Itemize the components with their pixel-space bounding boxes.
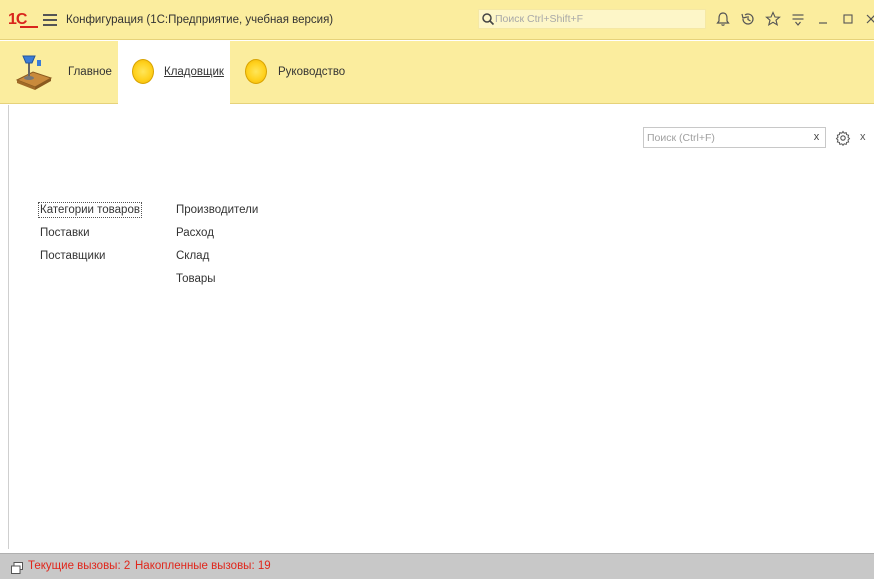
clear-search-button[interactable]: x <box>808 127 826 148</box>
home-desk-icon <box>15 55 53 90</box>
bell-icon[interactable] <box>714 10 732 28</box>
maximize-icon[interactable] <box>839 10 857 28</box>
title-bar: 1С Конфигурация (1С:Предприятие, учебная… <box>0 0 874 40</box>
nav-column-2: Производители Расход Склад Товары <box>176 203 258 295</box>
accumulated-calls-text: Накопленные вызовы: 19 <box>135 560 271 572</box>
nav-link-warehouse[interactable]: Склад <box>176 249 258 272</box>
nav-link-product-categories[interactable]: Категории товаров <box>38 202 142 226</box>
section-label-management: Руководство <box>278 66 346 78</box>
workspace-search-placeholder: Поиск (Ctrl+F) <box>647 132 715 144</box>
window-title: Конфигурация (1С:Предприятие, учебная ве… <box>66 14 334 26</box>
section-label-storekeeper: Кладовщик <box>164 66 224 78</box>
gear-icon[interactable] <box>835 130 851 146</box>
star-icon[interactable] <box>764 10 782 28</box>
nav-link-goods[interactable]: Товары <box>176 272 258 295</box>
app-logo[interactable]: 1С <box>8 11 38 29</box>
main-menu-icon[interactable] <box>43 14 57 26</box>
nav-link-suppliers[interactable]: Поставщики <box>40 249 140 272</box>
workspace-close-button[interactable]: x <box>860 131 866 143</box>
section-storekeeper[interactable]: Кладовщик <box>118 41 230 104</box>
nav-link-deliveries[interactable]: Поставки <box>40 226 140 249</box>
sections-panel: Главное Кладовщик Руководство <box>0 41 874 104</box>
window-close-icon[interactable] <box>862 10 874 28</box>
settings-menu-icon[interactable] <box>789 10 807 28</box>
status-bar: Текущие вызовы: 2 Накопленные вызовы: 19 <box>0 553 874 579</box>
history-icon[interactable] <box>739 10 757 28</box>
nav-link-expense[interactable]: Расход <box>176 226 258 249</box>
section-coin-icon <box>245 59 267 84</box>
nav-column-1: Категории товаров Поставки Поставщики <box>38 202 142 272</box>
workspace <box>8 105 874 549</box>
nav-link-manufacturers[interactable]: Производители <box>176 203 258 226</box>
workspace-search-input[interactable]: Поиск (Ctrl+F) <box>643 127 826 148</box>
windows-icon[interactable] <box>10 561 24 575</box>
minimize-icon[interactable] <box>814 10 832 28</box>
section-label-main: Главное <box>68 66 112 78</box>
current-calls-text: Текущие вызовы: 2 <box>28 560 131 572</box>
section-coin-icon <box>132 59 154 84</box>
section-management[interactable]: Руководство <box>230 41 350 104</box>
global-search-placeholder: Поиск Ctrl+Shift+F <box>495 13 584 25</box>
section-main[interactable]: Главное <box>0 41 118 104</box>
global-search-input[interactable]: Поиск Ctrl+Shift+F <box>478 9 706 29</box>
search-icon <box>482 13 495 26</box>
